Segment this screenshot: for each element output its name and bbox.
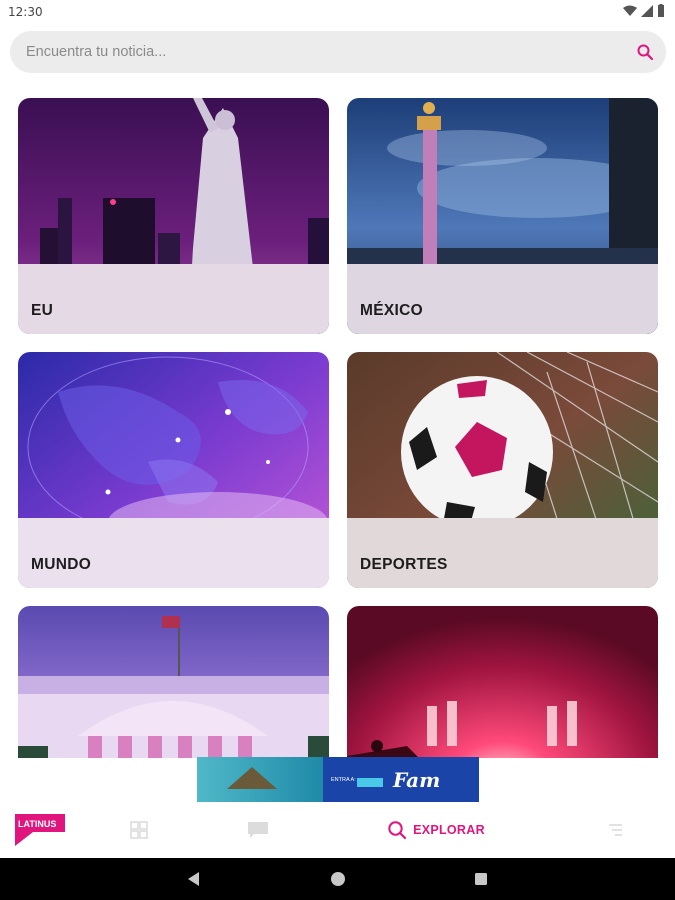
white-house-image: [18, 606, 329, 758]
banner-small-text: ENTRA A:: [331, 777, 356, 783]
category-label: MUNDO: [31, 556, 92, 573]
concert-lights-image: [347, 606, 658, 758]
wifi-icon: [623, 5, 637, 16]
back-icon[interactable]: [186, 871, 202, 887]
menu-icon: [609, 824, 622, 836]
battery-icon: [658, 4, 664, 17]
category-card-concert[interactable]: [347, 606, 658, 758]
bottom-navigation: LATINUS EXPLORAR: [0, 802, 675, 858]
grid-icon: [130, 821, 148, 839]
card-label-backdrop: [347, 518, 658, 588]
category-card-mundo[interactable]: MUNDO: [18, 352, 329, 588]
logo-icon: LATINUS: [15, 814, 65, 846]
search-input[interactable]: [26, 31, 616, 73]
nav-grid[interactable]: [118, 802, 160, 858]
category-card-white-house[interactable]: [18, 606, 329, 758]
banner-brand-text: Fam: [392, 768, 440, 792]
system-navigation-bar: [0, 858, 675, 900]
search-icon: [388, 821, 407, 840]
home-icon[interactable]: [330, 871, 346, 887]
search-icon[interactable]: [636, 43, 654, 61]
category-label: DEPORTES: [360, 556, 448, 573]
recents-icon[interactable]: [473, 871, 489, 887]
card-label-backdrop: [347, 264, 658, 334]
card-label-backdrop: [18, 518, 329, 588]
nav-menu[interactable]: [600, 802, 630, 858]
latinus-logo[interactable]: LATINUS: [10, 802, 68, 858]
nav-explore-label: EXPLORAR: [413, 823, 485, 837]
nav-explore[interactable]: EXPLORAR: [386, 802, 486, 858]
signal-icon: [641, 4, 653, 17]
status-icons: [623, 4, 665, 17]
nav-chat[interactable]: [236, 802, 280, 858]
category-label: MÉXICO: [360, 302, 423, 319]
clock: 12:30: [8, 5, 43, 19]
svg-text:LATINUS: LATINUS: [18, 819, 56, 829]
ad-banner[interactable]: ENTRA A: Fam: [197, 757, 479, 802]
category-card-eu[interactable]: EU: [18, 98, 329, 334]
category-label: EU: [31, 302, 54, 319]
status-bar: 12:30: [0, 0, 675, 24]
category-card-deportes[interactable]: DEPORTES: [347, 352, 658, 588]
chat-icon: [248, 822, 268, 838]
category-grid: EU MÉXICO MUNDO DEPORTES: [0, 98, 675, 758]
category-card-mexico[interactable]: MÉXICO: [347, 98, 658, 334]
card-label-backdrop: [18, 264, 329, 334]
search-bar: [10, 31, 666, 73]
